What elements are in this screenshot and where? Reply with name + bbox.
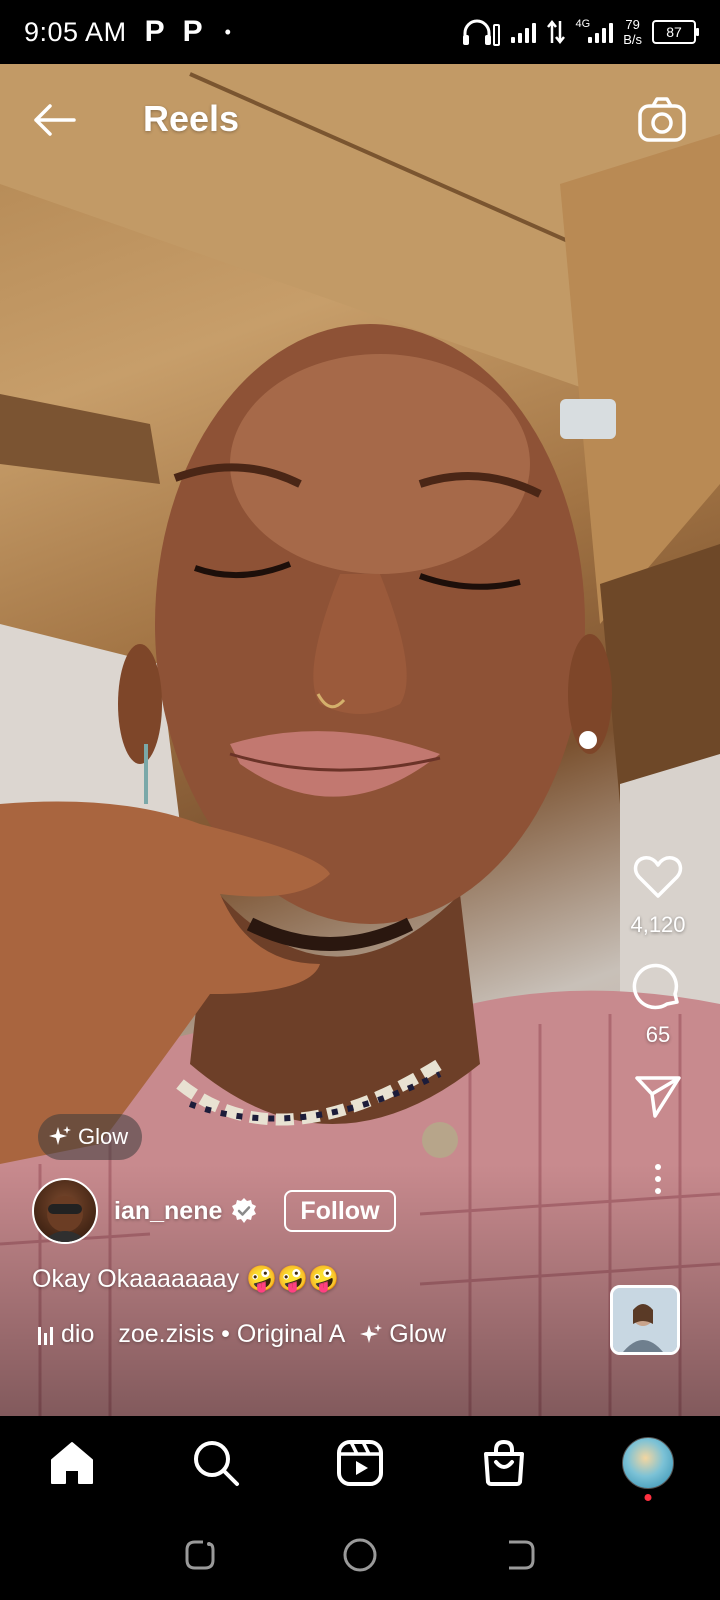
status-right: 4G 79 B/s 87: [461, 17, 699, 47]
nav-search[interactable]: [186, 1433, 246, 1493]
audio-thumbnail-image: [613, 1288, 677, 1352]
send-icon[interactable]: [631, 1070, 685, 1124]
back-icon[interactable]: [503, 1538, 537, 1572]
shop-icon: [484, 1439, 524, 1486]
audio-text: zoe.zisis • Original A: [118, 1320, 346, 1348]
system-nav: [0, 1510, 720, 1600]
comment-icon[interactable]: [631, 960, 685, 1014]
sparkle-icon: [360, 1323, 383, 1343]
status-time: 9:05 AM: [24, 16, 127, 47]
status-bar: 9:05 AM P P • 4G 79 B/s 87: [0, 0, 720, 64]
notification-icon-p: P: [144, 15, 165, 48]
more-notifications-dot: •: [224, 21, 231, 42]
notification-icon-p-2: P: [182, 15, 203, 48]
network-speed: 79 B/s: [623, 17, 642, 47]
recents-icon[interactable]: [183, 1538, 217, 1572]
comment-count: 65: [645, 1022, 671, 1047]
headphones-icon: [462, 19, 500, 46]
battery-level: 87: [666, 24, 682, 40]
notification-dot: [644, 1494, 652, 1501]
home-icon: [51, 1442, 93, 1484]
audio-effect: Glow: [359, 1320, 446, 1349]
audio-info[interactable]: dio zoe.zisis • Original A Glow: [38, 1320, 598, 1349]
more-options-icon[interactable]: [655, 1164, 661, 1194]
arrow-left-icon[interactable]: [28, 94, 80, 146]
reel-actions: 4,120 65: [620, 850, 696, 1194]
nav-profile[interactable]: [618, 1433, 678, 1501]
effect-chip[interactable]: Glow: [38, 1114, 143, 1160]
caption[interactable]: Okay Okaaaaaaay 🤪🤪🤪: [32, 1265, 339, 1294]
reels-icon: [337, 1440, 383, 1486]
heart-icon[interactable]: [631, 850, 685, 904]
network-type: 4G: [575, 17, 591, 30]
page-title: Reels: [143, 98, 240, 139]
effect-label: Glow: [78, 1124, 129, 1149]
audio-thumbnail[interactable]: [610, 1285, 680, 1355]
battery-icon: 87: [652, 20, 699, 44]
screen: 9:05 AM P P • 4G 79 B/s 87 Reels 4,120 6…: [0, 0, 720, 1600]
audio-prefix: dio: [61, 1320, 95, 1348]
bottom-nav: [0, 1416, 720, 1510]
data-transfer-icon: [546, 19, 565, 45]
nav-shop[interactable]: [474, 1433, 534, 1493]
sparkle-icon: [49, 1126, 71, 1145]
speed-unit: B/s: [623, 32, 642, 47]
verified-badge-icon: [232, 1198, 257, 1223]
home-circle-icon[interactable]: [342, 1537, 378, 1573]
follow-button[interactable]: Follow: [284, 1190, 396, 1232]
avatar-image: [42, 1196, 88, 1242]
camera-icon[interactable]: [636, 94, 688, 146]
audio-bars-icon: [38, 1325, 53, 1345]
search-icon: [194, 1441, 239, 1486]
status-left: 9:05 AM P P •: [24, 15, 231, 49]
author-row: ian_nene Follow: [32, 1178, 396, 1244]
speed-value: 79: [625, 17, 640, 32]
avatar[interactable]: [32, 1178, 98, 1244]
username[interactable]: ian_nene: [114, 1197, 222, 1226]
signal-icon-2: [588, 21, 614, 43]
like-count: 4,120: [630, 912, 686, 937]
audio-effect-label: Glow: [389, 1320, 447, 1348]
profile-avatar: [622, 1437, 674, 1489]
signal-icon: [510, 21, 536, 43]
nav-home[interactable]: [42, 1433, 102, 1493]
reels-header: Reels: [0, 64, 720, 174]
nav-reels[interactable]: [330, 1433, 390, 1493]
